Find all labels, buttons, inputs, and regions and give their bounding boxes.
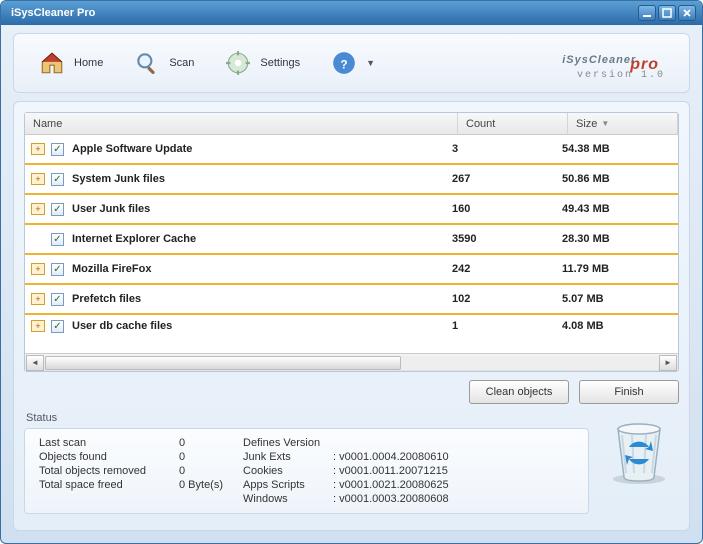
status-item: Total objects removed0 xyxy=(39,465,223,477)
row-name: System Junk files xyxy=(72,173,452,185)
table-row[interactable]: + ✓ Prefetch files1025.07 MB xyxy=(25,285,678,315)
results-grid: Name Count Size▼ + ✓ Apple Software Update… xyxy=(24,112,679,372)
svg-text:?: ? xyxy=(341,57,348,71)
row-count: 267 xyxy=(452,173,562,185)
definition-item: Junk Exts: v0001.0004.20080610 xyxy=(243,451,449,463)
row-size: 28.30 MB xyxy=(562,233,672,245)
status-item: Last scan0 xyxy=(39,437,223,449)
table-row[interactable]: + ✓ User db cache files14.08 MB xyxy=(25,315,678,337)
scroll-track[interactable] xyxy=(45,356,658,370)
row-count: 1 xyxy=(452,320,562,332)
status-left-col: Last scan0 Objects found0 Total objects re… xyxy=(39,437,223,505)
row-size: 49.43 MB xyxy=(562,203,672,215)
maximize-button[interactable] xyxy=(658,5,676,21)
expand-icon[interactable]: + xyxy=(31,263,45,275)
app-window: iSysCleaner Pro Home Scan xyxy=(0,0,703,544)
row-name: User db cache files xyxy=(72,320,452,332)
status-label: Status xyxy=(24,408,589,428)
status-area: Status Last scan0 Objects found0 Total obj… xyxy=(24,408,679,514)
scroll-thumb[interactable] xyxy=(45,356,401,370)
brand-logo: iSysCleanerpro version 1.0 xyxy=(562,45,675,81)
scroll-right-button[interactable]: ► xyxy=(659,355,677,371)
checkbox[interactable]: ✓ xyxy=(51,233,64,246)
checkbox[interactable]: ✓ xyxy=(51,203,64,216)
home-icon xyxy=(38,49,66,77)
expand-icon[interactable]: + xyxy=(31,293,45,305)
close-button[interactable] xyxy=(678,5,696,21)
column-name[interactable]: Name xyxy=(25,113,458,134)
row-count: 3590 xyxy=(452,233,562,245)
row-name: Internet Explorer Cache xyxy=(72,233,452,245)
grid-body: + ✓ Apple Software Update354.38 MB + ✓ System… xyxy=(25,135,678,353)
home-label: Home xyxy=(74,57,103,69)
row-size: 5.07 MB xyxy=(562,293,672,305)
definition-item: Windows: v0001.0003.20080608 xyxy=(243,493,449,505)
checkbox[interactable]: ✓ xyxy=(51,320,64,333)
row-count: 3 xyxy=(452,143,562,155)
main-panel: Name Count Size▼ + ✓ Apple Software Update… xyxy=(13,101,690,531)
row-name: Mozilla FireFox xyxy=(72,263,452,275)
column-size[interactable]: Size▼ xyxy=(568,113,678,134)
expand-icon[interactable]: + xyxy=(31,173,45,185)
table-row[interactable]: + ✓ User Junk files16049.43 MB xyxy=(25,195,678,225)
window-title: iSysCleaner Pro xyxy=(7,7,636,19)
help-button[interactable]: ? ▼ xyxy=(320,45,385,81)
row-size: 4.08 MB xyxy=(562,320,672,332)
row-size: 50.86 MB xyxy=(562,173,672,185)
table-row[interactable]: + ✓ Apple Software Update354.38 MB xyxy=(25,135,678,165)
titlebar[interactable]: iSysCleaner Pro xyxy=(1,1,702,25)
home-button[interactable]: Home xyxy=(28,45,113,81)
row-count: 160 xyxy=(452,203,562,215)
recycle-bin-icon xyxy=(599,408,679,488)
row-name: Prefetch files xyxy=(72,293,452,305)
finish-button[interactable]: Finish xyxy=(579,380,679,404)
row-count: 102 xyxy=(452,293,562,305)
status-item: Objects found0 xyxy=(39,451,223,463)
row-count: 242 xyxy=(452,263,562,275)
checkbox[interactable]: ✓ xyxy=(51,143,64,156)
chevron-down-icon: ▼ xyxy=(366,58,375,68)
grid-header: Name Count Size▼ xyxy=(25,113,678,135)
definition-item: Cookies: v0001.0011.20071215 xyxy=(243,465,449,477)
row-size: 54.38 MB xyxy=(562,143,672,155)
checkbox[interactable]: ✓ xyxy=(51,293,64,306)
expand-icon[interactable]: + xyxy=(31,320,45,332)
table-row[interactable]: +✓Internet Explorer Cache359028.30 MB xyxy=(25,225,678,255)
table-row[interactable]: + ✓ Mozilla FireFox24211.79 MB xyxy=(25,255,678,285)
content-area: Home Scan Settings ? ▼ xyxy=(1,25,702,543)
row-name: User Junk files xyxy=(72,203,452,215)
status-item: Total space freed0 Byte(s) xyxy=(39,479,223,491)
status-defs-col: Defines Version Junk Exts: v0001.0004.20… xyxy=(243,437,449,505)
minimize-button[interactable] xyxy=(638,5,656,21)
defines-version-label: Defines Version xyxy=(243,437,333,449)
row-name: Apple Software Update xyxy=(72,143,452,155)
search-icon xyxy=(133,49,161,77)
checkbox[interactable]: ✓ xyxy=(51,173,64,186)
settings-label: Settings xyxy=(260,57,300,69)
expand-icon[interactable]: + xyxy=(31,203,45,215)
gear-icon xyxy=(224,49,252,77)
scan-button[interactable]: Scan xyxy=(123,45,204,81)
sort-desc-icon: ▼ xyxy=(601,119,609,128)
table-row[interactable]: + ✓ System Junk files26750.86 MB xyxy=(25,165,678,195)
checkbox[interactable]: ✓ xyxy=(51,263,64,276)
settings-button[interactable]: Settings xyxy=(214,45,310,81)
horizontal-scrollbar[interactable]: ◄ ► xyxy=(25,353,678,371)
status-box: Last scan0 Objects found0 Total objects re… xyxy=(24,428,589,514)
definition-item: Apps Scripts: v0001.0021.20080625 xyxy=(243,479,449,491)
toolbar: Home Scan Settings ? ▼ xyxy=(13,33,690,93)
scan-label: Scan xyxy=(169,57,194,69)
row-size: 11.79 MB xyxy=(562,263,672,275)
button-row: Clean objects Finish xyxy=(24,380,679,404)
scroll-left-button[interactable]: ◄ xyxy=(26,355,44,371)
clean-objects-button[interactable]: Clean objects xyxy=(469,380,569,404)
help-icon: ? xyxy=(330,49,358,77)
column-count[interactable]: Count xyxy=(458,113,568,134)
expand-icon[interactable]: + xyxy=(31,143,45,155)
